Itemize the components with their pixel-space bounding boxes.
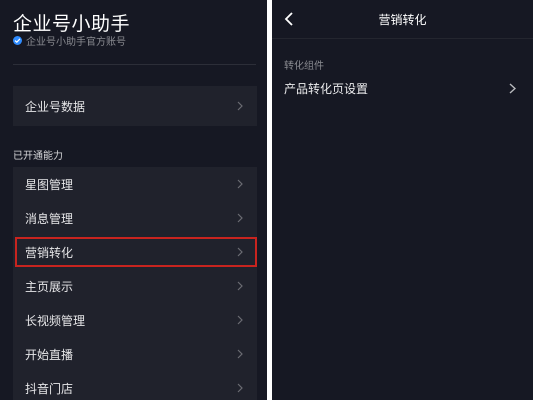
ability-label: 主页展示 — [25, 279, 74, 294]
nav-divider — [272, 38, 533, 39]
verified-badge-icon — [13, 36, 22, 45]
chevron-right-icon — [237, 383, 243, 393]
chevron-right-icon — [237, 101, 243, 111]
enabled-abilities-label: 已开通能力 — [13, 151, 63, 162]
product-conversion-settings-item[interactable]: 产品转化页设置 — [284, 78, 524, 98]
ability-go-live[interactable]: 开始直播 — [13, 337, 257, 371]
ability-label: 开始直播 — [25, 347, 74, 362]
marketing-conversion-highlight — [15, 237, 257, 267]
data-card: 企业号数据 — [13, 86, 257, 126]
chevron-right-icon — [237, 349, 243, 359]
abilities-list: 星图管理 消息管理 营销转化 主页展示 长视频管理 开始直播 抖音门店 — [13, 167, 257, 400]
chevron-right-icon — [237, 315, 243, 325]
account-title: 企业号小助手 — [13, 13, 131, 35]
ability-homepage-display[interactable]: 主页展示 — [13, 269, 257, 303]
chevron-right-icon — [237, 179, 243, 189]
marketing-conversion-panel: 营销转化 转化组件 产品转化页设置 — [272, 0, 533, 400]
ability-messages[interactable]: 消息管理 — [13, 201, 257, 235]
chevron-right-icon — [237, 213, 243, 223]
ability-label: 星图管理 — [25, 177, 74, 192]
ability-label: 长视频管理 — [25, 313, 86, 328]
ability-long-video[interactable]: 长视频管理 — [13, 303, 257, 337]
chevron-right-icon — [237, 281, 243, 291]
enterprise-data-item[interactable]: 企业号数据 — [13, 89, 257, 123]
header-divider — [13, 64, 256, 65]
assistant-profile-panel: 企业号小助手 企业号小助手官方账号 企业号数据 已开通能力 星图管理 消息管理 … — [0, 0, 267, 400]
account-subtitle: 企业号小助手官方账号 — [13, 33, 126, 48]
ability-star-map[interactable]: 星图管理 — [13, 167, 257, 201]
subtitle-text: 企业号小助手官方账号 — [26, 37, 126, 48]
page-title: 营销转化 — [378, 13, 427, 27]
ability-label: 抖音门店 — [25, 381, 74, 396]
ability-douyin-store[interactable]: 抖音门店 — [13, 371, 257, 400]
enterprise-data-label: 企业号数据 — [25, 99, 86, 114]
ability-label: 消息管理 — [25, 211, 74, 226]
setting-label: 产品转化页设置 — [284, 81, 369, 96]
nav-bar: 营销转化 — [272, 0, 533, 38]
chevron-right-icon — [509, 83, 516, 94]
conversion-components-label: 转化组件 — [284, 61, 324, 72]
